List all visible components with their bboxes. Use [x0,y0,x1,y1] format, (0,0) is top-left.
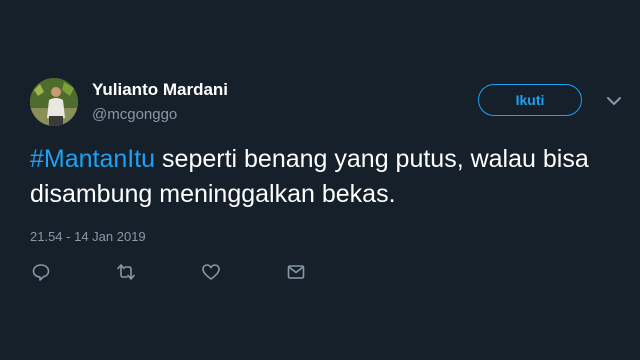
tweet-text: #MantanItu seperti benang yang putus, wa… [30,142,620,212]
author-handle[interactable]: @mcgonggo [92,106,177,123]
author-display-name[interactable]: Yulianto Mardani [92,80,228,100]
envelope-icon[interactable] [286,262,306,282]
heart-icon[interactable] [201,262,221,282]
hashtag-link[interactable]: #MantanItu [30,145,155,173]
comment-icon[interactable] [31,262,51,282]
tweet-card: Yulianto Mardani @mcgonggo Ikuti #Mantan… [0,0,640,360]
follow-button[interactable]: Ikuti [478,84,582,116]
tweet-actions-bar [0,262,640,282]
profile-photo-icon [30,78,78,126]
chevron-down-icon[interactable] [605,92,623,110]
avatar[interactable] [30,78,78,126]
tweet-timestamp[interactable]: 21.54 - 14 Jan 2019 [30,229,146,244]
retweet-icon[interactable] [116,262,136,282]
